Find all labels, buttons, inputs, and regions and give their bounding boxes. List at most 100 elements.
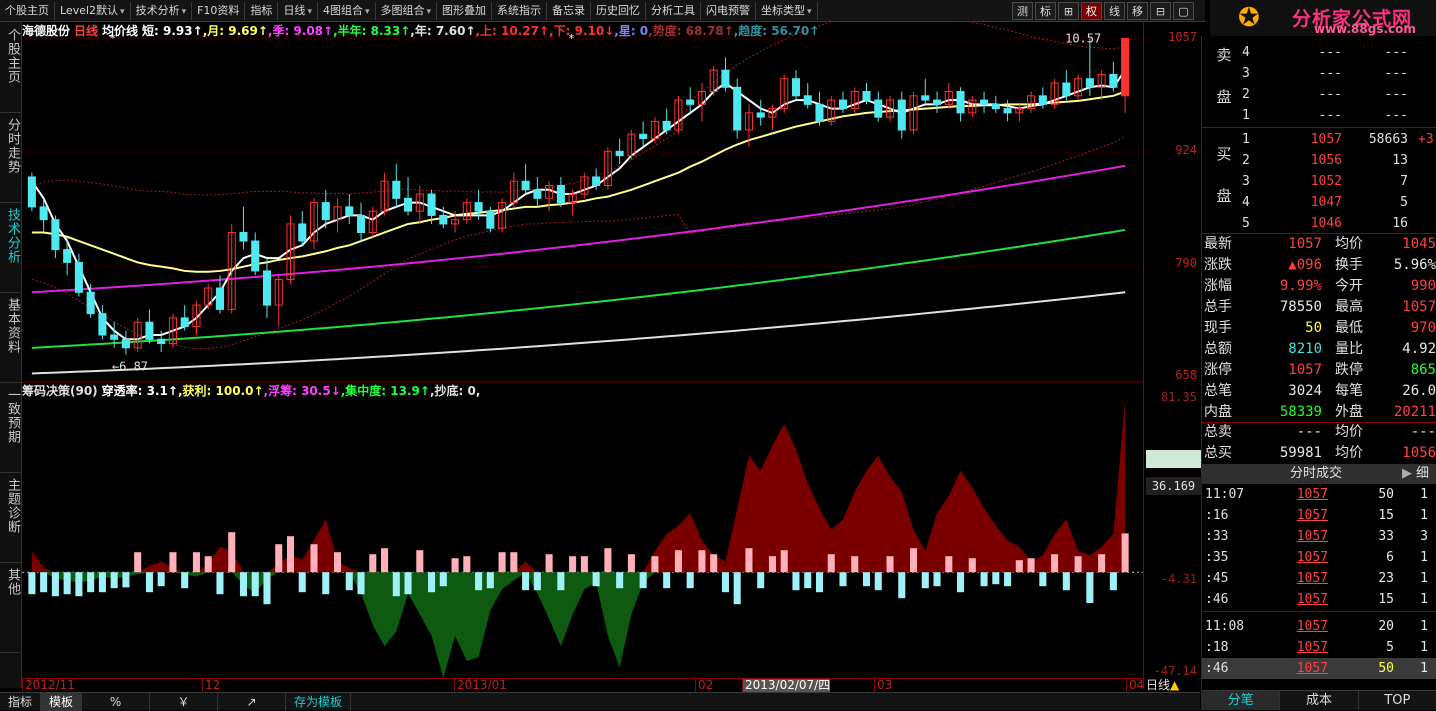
- legend-item: ,半年: 8.33↑: [333, 24, 411, 38]
- toolbar-right-button-5[interactable]: 移: [1127, 2, 1148, 20]
- bottom-bar-item-0[interactable]: 指标: [0, 692, 42, 711]
- sidebar-tab-5[interactable]: 主题诊断: [0, 478, 20, 534]
- sidebar-tab-6[interactable]: 其他: [0, 568, 20, 596]
- buy-row[interactable]: 1 1057 58663 +3: [1240, 129, 1436, 150]
- stat-v1: 1057: [1288, 236, 1322, 252]
- lower-band-line: [31, 135, 1126, 350]
- tick-row[interactable]: :18 1057 5 1: [1202, 637, 1436, 658]
- tick-row[interactable]: :16 1057 15 1: [1202, 505, 1436, 526]
- tick-volume: 33: [1378, 529, 1394, 544]
- indicator-bar: [1062, 572, 1070, 591]
- indicator-bar: [1027, 558, 1035, 573]
- bottom-bar-item-1[interactable]: 模板: [41, 692, 83, 711]
- bottom-bar-item-3[interactable]: ￥: [150, 692, 219, 711]
- toolbar-item-9[interactable]: 系统指示: [492, 1, 548, 20]
- indicator-bar: [757, 572, 765, 589]
- sell-row[interactable]: 4 --- ---: [1240, 42, 1436, 63]
- indicator-bar: [663, 572, 671, 589]
- tick-row[interactable]: 11:07 1057 50 1: [1202, 484, 1436, 505]
- stat-row: 涨跌 ▲096 换手 5.96%: [1202, 255, 1436, 276]
- stat-k1: 总额: [1204, 341, 1232, 357]
- sidebar-tab-1[interactable]: 分时走势: [0, 118, 20, 174]
- toolbar-item-7[interactable]: 多图组合: [376, 1, 438, 20]
- toolbar-item-1[interactable]: Level2默认: [55, 1, 131, 20]
- scroll-right-icon[interactable]: ▶: [1402, 464, 1412, 484]
- stat-v2: ---: [1410, 424, 1436, 440]
- toolbar-right-button-4[interactable]: 线: [1104, 2, 1125, 20]
- indicator-bar: [51, 572, 59, 597]
- toolbar-item-4[interactable]: 指标: [245, 1, 279, 20]
- toolbar-right-button-3[interactable]: 权: [1081, 2, 1102, 20]
- stat-k1: 总手: [1204, 299, 1232, 315]
- date-axis-label: 2012/11: [22, 679, 75, 692]
- stat-k2: 均价: [1335, 236, 1363, 252]
- indicator-axis-label: -4.31: [1160, 572, 1197, 586]
- toolbar-item-5[interactable]: 日线: [278, 1, 318, 20]
- toolbar-right-button-6[interactable]: ⊟: [1150, 2, 1171, 20]
- sell-row[interactable]: 2 --- ---: [1240, 84, 1436, 105]
- indicator-bar: [322, 572, 330, 595]
- sidebar-tab-3[interactable]: 基本资料: [0, 298, 20, 354]
- tick-row[interactable]: :46 1057 15 1: [1202, 589, 1436, 610]
- bottom-bar-item-4[interactable]: ↗: [218, 692, 287, 711]
- ticks-header[interactable]: 分时成交 ▶ 细: [1202, 464, 1436, 484]
- order-volume: 58663: [1368, 132, 1408, 147]
- sell-row[interactable]: 1 --- ---: [1240, 105, 1436, 126]
- sidebar-tab-2[interactable]: 技术分析: [0, 208, 20, 264]
- sell-row[interactable]: 3 --- ---: [1240, 63, 1436, 84]
- toolbar-item-10[interactable]: 备忘录: [547, 1, 592, 20]
- tick-row[interactable]: :35 1057 6 1: [1202, 547, 1436, 568]
- ticks-detail-button[interactable]: 细: [1416, 464, 1429, 484]
- buy-row[interactable]: 5 1046 16: [1240, 213, 1436, 234]
- legend-item: 短: 9.93↑: [142, 24, 203, 38]
- stat-row: 涨停 1057 跌停 865: [1202, 360, 1436, 381]
- tick-row[interactable]: :45 1057 23 1: [1202, 568, 1436, 589]
- quote-tab-1[interactable]: 成本: [1280, 691, 1359, 710]
- candle-body: [98, 313, 107, 336]
- indicator-bar: [145, 572, 153, 593]
- order-volume: ---: [1384, 108, 1408, 123]
- indicator-bar: [968, 558, 976, 573]
- period-label: 日线: [1146, 678, 1171, 692]
- sidebar-separator: [0, 292, 22, 293]
- bottom-bar-item-2[interactable]: %: [82, 692, 151, 711]
- indicator-bar: [157, 572, 165, 587]
- tick-row[interactable]: :33 1057 33 3: [1202, 526, 1436, 547]
- toolbar-item-3[interactable]: F10资料: [192, 1, 246, 20]
- indicator-bar: [333, 552, 342, 573]
- date-axis-label: 04: [1126, 679, 1144, 692]
- toolbar-item-0[interactable]: 个股主页: [0, 1, 55, 20]
- toolbar-item-8[interactable]: 图形叠加: [437, 1, 493, 20]
- quote-tab-2[interactable]: TOP: [1359, 691, 1436, 710]
- tick-row[interactable]: :46 1057 50 1: [1202, 658, 1436, 679]
- toolbar-right-button-2[interactable]: ⊞: [1058, 2, 1079, 20]
- indicator-bar: [87, 572, 95, 593]
- toolbar-item-13[interactable]: 闪电预警: [701, 1, 757, 20]
- toolbar-item-2[interactable]: 技术分析: [131, 1, 193, 20]
- buy-row[interactable]: 3 1052 7: [1240, 171, 1436, 192]
- buy-row[interactable]: 2 1056 13: [1240, 150, 1436, 171]
- toolbar-item-12[interactable]: 分析工具: [646, 1, 702, 20]
- kline-chart[interactable]: 10.57←6.87* *: [22, 22, 1143, 678]
- legend-item: ,势度: 68.78↑: [648, 24, 734, 38]
- toolbar-right-button-7[interactable]: ▢: [1173, 2, 1194, 20]
- sidebar-tab-4[interactable]: 一致预期: [0, 388, 20, 444]
- legend-item: ,年: 7.60↑: [410, 24, 476, 38]
- indicator-current-value: 36.169: [1146, 477, 1201, 495]
- quote-tab-0[interactable]: 分笔: [1202, 691, 1281, 710]
- toolbar-item-11[interactable]: 历史回忆: [591, 1, 647, 20]
- candle-body: [1121, 38, 1130, 97]
- tick-row[interactable]: 11:08 1057 20 1: [1202, 616, 1436, 637]
- stat-v1: 59981: [1279, 445, 1322, 461]
- period-indicator[interactable]: 日线▲: [1146, 678, 1179, 692]
- legend-item: ,集中度: 13.9↑: [340, 384, 430, 398]
- sidebar-tab-0[interactable]: 个股主页: [0, 28, 20, 84]
- stat-k2: 量比: [1335, 341, 1363, 357]
- toolbar-right-button-0[interactable]: 测: [1012, 2, 1033, 20]
- toolbar-right-button-1[interactable]: 标: [1035, 2, 1056, 20]
- toolbar-item-14[interactable]: 坐标类型: [756, 1, 818, 20]
- toolbar-item-6[interactable]: 4图组合: [318, 1, 376, 20]
- buy-row[interactable]: 4 1047 5: [1240, 192, 1436, 213]
- order-volume: 16: [1392, 216, 1408, 231]
- bottom-bar-item-5[interactable]: 存为模板: [286, 692, 352, 711]
